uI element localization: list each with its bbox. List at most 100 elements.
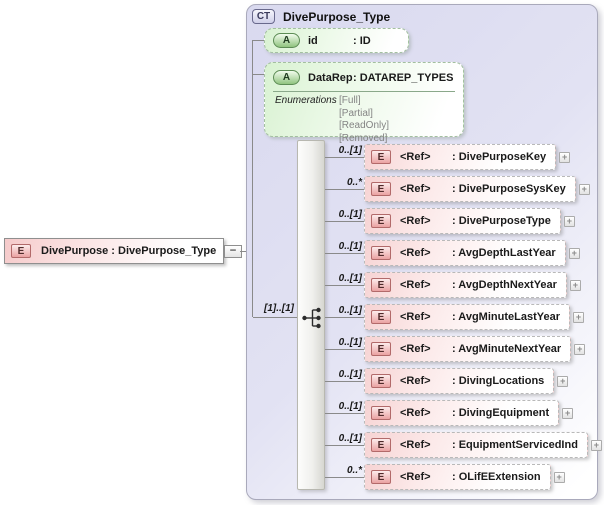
- attribute-node-datarep[interactable]: A DataRep : DATAREP_TYPES Enumerations […: [264, 62, 464, 144]
- element-ref-row: 0..[1] E <Ref> : DivingEquipment +: [325, 400, 574, 426]
- type-label: : AvgDepthNextYear: [452, 279, 557, 291]
- attribute-name: DataRep: [308, 71, 353, 84]
- expand-icon[interactable]: +: [574, 343, 586, 355]
- element-ref-node[interactable]: E <Ref> : EquipmentServicedInd: [364, 432, 588, 458]
- element-ref-row: 0..[1] E <Ref> : AvgMinuteLastYear +: [325, 304, 584, 330]
- element-ref-node[interactable]: E <Ref> : AvgMinuteLastYear: [364, 304, 570, 330]
- expand-icon[interactable]: +: [559, 151, 571, 163]
- element-ref-row: 0..[1] E <Ref> : AvgDepthNextYear +: [325, 272, 581, 298]
- cardinality-label: 0..[1]: [338, 433, 362, 444]
- element-badge: E: [371, 342, 391, 356]
- element-ref-node[interactable]: E <Ref> : DivingEquipment: [364, 400, 560, 426]
- attribute-name: id: [308, 34, 318, 47]
- expand-icon[interactable]: +: [569, 279, 581, 291]
- ref-label: <Ref>: [400, 343, 431, 355]
- element-label: DivePurpose : DivePurpose_Type: [41, 245, 217, 257]
- type-label: : DivePurposeSysKey: [452, 183, 566, 195]
- cardinality-label: 0..[1]: [338, 305, 362, 316]
- type-label: : AvgMinuteNextYear: [452, 343, 562, 355]
- element-ref-node[interactable]: E <Ref> : AvgMinuteNextYear: [364, 336, 572, 362]
- expand-icon[interactable]: +: [573, 311, 584, 323]
- ref-label: <Ref>: [400, 183, 431, 195]
- ref-label: <Ref>: [400, 375, 431, 387]
- enumerations-section: Enumerations [Full] [Partial] [ReadOnly]…: [265, 92, 463, 147]
- type-label: : EquipmentServicedInd: [452, 439, 578, 451]
- element-ref-row: 0..[1] E <Ref> : DivePurposeKey +: [325, 144, 571, 170]
- element-ref-row: 0..* E <Ref> : OLifEExtension +: [325, 464, 565, 490]
- type-label: : AvgDepthLastYear: [452, 247, 556, 259]
- minus-icon: −: [229, 246, 237, 256]
- cardinality-label: 0..[1]: [338, 209, 362, 220]
- attribute-type: : ID: [353, 34, 371, 47]
- expand-icon[interactable]: +: [553, 471, 565, 483]
- complex-type-title: DivePurpose_Type: [283, 9, 391, 24]
- element-badge: E: [371, 374, 391, 388]
- cardinality-label: 0..[1]: [338, 241, 362, 252]
- attribute-type: : DATAREP_TYPES: [353, 71, 454, 84]
- element-ref-row: 0..[1] E <Ref> : DivePurposeType +: [325, 208, 575, 234]
- ref-label: <Ref>: [400, 279, 431, 291]
- sequence-icon: [302, 307, 321, 329]
- element-badge: E: [371, 470, 391, 484]
- xsd-diagram: E DivePurpose : DivePurpose_Type − CT Di…: [0, 0, 604, 505]
- type-label: : DivingLocations: [452, 375, 545, 387]
- ref-label: <Ref>: [400, 151, 431, 163]
- element-ref-node[interactable]: E <Ref> : DivePurposeKey: [364, 144, 557, 170]
- cardinality-label: 0..[1]: [338, 145, 362, 156]
- element-ref-row: 0..[1] E <Ref> : AvgMinuteNextYear +: [325, 336, 586, 362]
- element-ref-node[interactable]: E <Ref> : DivePurposeSysKey: [364, 176, 576, 202]
- cardinality-label: 0..*: [346, 177, 362, 188]
- cardinality-label: 0..[1]: [338, 369, 362, 380]
- cardinality-label: 0..[1]: [338, 337, 362, 348]
- element-badge: E: [371, 150, 391, 164]
- type-label: : OLifEExtension: [452, 471, 541, 483]
- element-badge: E: [371, 246, 391, 260]
- enumerations-label: Enumerations: [275, 95, 337, 106]
- ref-label: <Ref>: [400, 439, 431, 451]
- attribute-badge: A: [273, 70, 300, 85]
- enumeration-value: [Partial]: [339, 107, 373, 119]
- connector-line: [253, 317, 297, 318]
- element-ref-node[interactable]: E <Ref> : DivePurposeType: [364, 208, 561, 234]
- enumeration-values: [Full] [Partial] [ReadOnly] [Removed]: [339, 95, 389, 145]
- expand-icon[interactable]: +: [563, 215, 575, 227]
- attribute-badge: A: [273, 33, 300, 48]
- element-badge: E: [371, 214, 391, 228]
- enumeration-value: [Full]: [339, 95, 361, 106]
- type-label: : DivePurposeType: [452, 215, 551, 227]
- expand-icon[interactable]: +: [562, 407, 574, 419]
- element-badge: E: [371, 182, 391, 196]
- complex-type-header: CT DivePurpose_Type: [252, 9, 390, 24]
- sequence-compositor-bar[interactable]: [297, 140, 325, 490]
- type-label: : DivePurposeKey: [452, 151, 547, 163]
- attribute-header: A DataRep : DATAREP_TYPES: [265, 63, 463, 89]
- type-label: : DivingEquipment: [452, 407, 550, 419]
- element-ref-node[interactable]: E <Ref> : AvgDepthLastYear: [364, 240, 566, 266]
- complex-type-badge: CT: [252, 9, 275, 24]
- element-ref-row: 0..[1] E <Ref> : AvgDepthLastYear +: [325, 240, 580, 266]
- element-ref-node[interactable]: E <Ref> : OLifEExtension: [364, 464, 551, 490]
- element-badge: E: [11, 244, 31, 258]
- element-ref-row: 0..[1] E <Ref> : DivingLocations +: [325, 368, 569, 394]
- element-ref-node[interactable]: E <Ref> : AvgDepthNextYear: [364, 272, 567, 298]
- element-badge: E: [371, 310, 391, 324]
- expand-icon[interactable]: +: [568, 247, 580, 259]
- connector-line: [253, 74, 264, 75]
- cardinality-label: 0..[1]: [338, 273, 362, 284]
- cardinality-label: 0..[1]: [338, 401, 362, 412]
- connector-line: [253, 40, 264, 41]
- ref-label: <Ref>: [400, 471, 431, 483]
- expand-icon[interactable]: +: [578, 183, 590, 195]
- connector-line: [252, 40, 253, 317]
- enumeration-value: [ReadOnly]: [339, 120, 390, 131]
- element-ref-row: 0..[1] E <Ref> : EquipmentServicedInd +: [325, 432, 602, 458]
- attribute-node-id[interactable]: A id : ID: [264, 28, 409, 53]
- expand-icon[interactable]: +: [557, 375, 569, 387]
- element-node-divepurpose[interactable]: E DivePurpose : DivePurpose_Type: [4, 238, 224, 264]
- element-ref-node[interactable]: E <Ref> : DivingLocations: [364, 368, 555, 394]
- ref-label: <Ref>: [400, 311, 431, 323]
- element-badge: E: [371, 406, 391, 420]
- expand-icon[interactable]: +: [590, 439, 602, 451]
- ref-label: <Ref>: [400, 215, 431, 227]
- element-badge: E: [371, 438, 391, 452]
